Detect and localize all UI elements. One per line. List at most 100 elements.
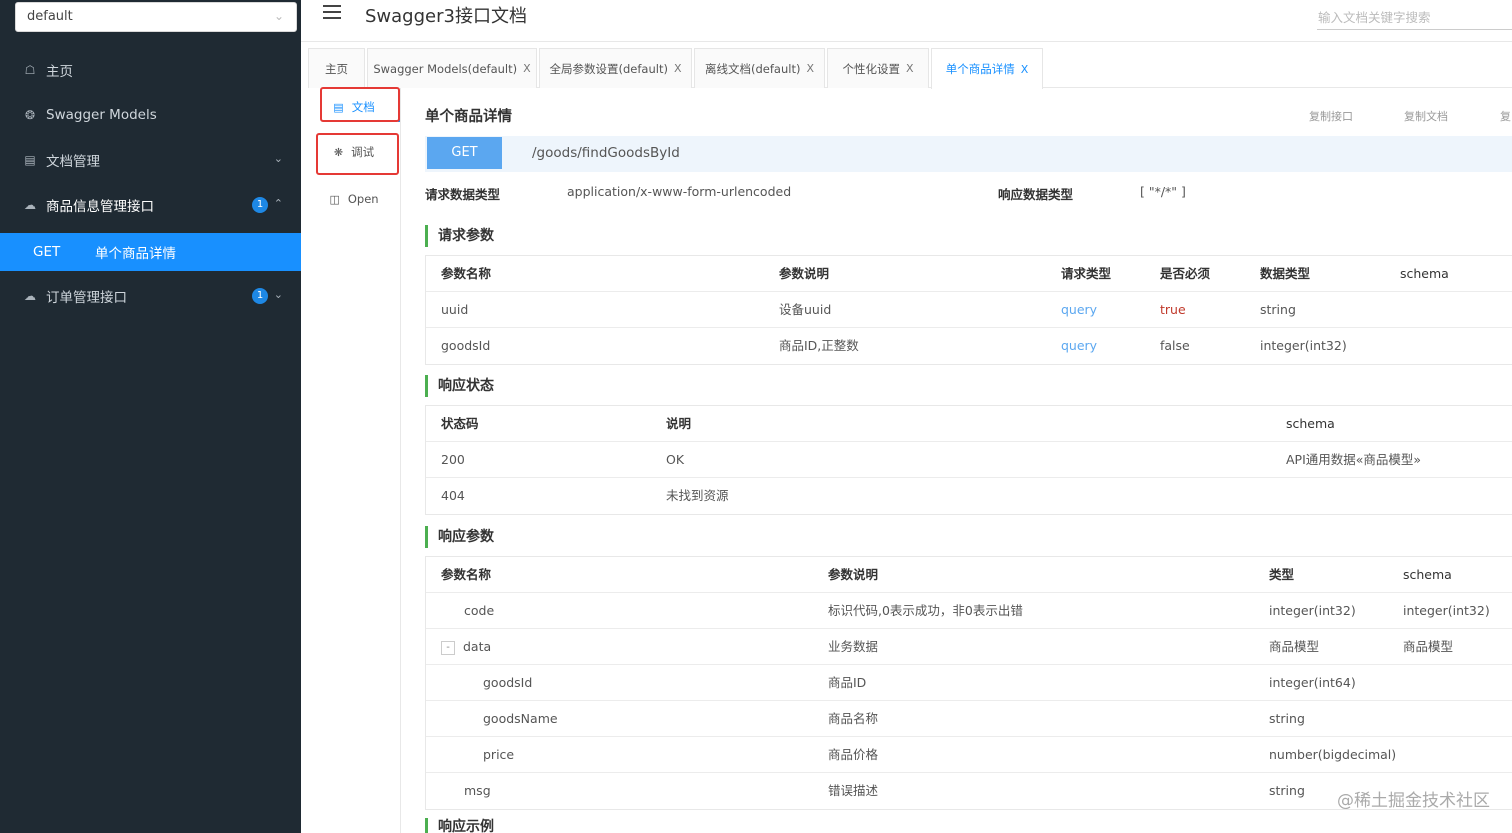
search-placeholder: 输入文档关键字搜索 bbox=[1318, 10, 1431, 25]
param-type: string bbox=[1260, 302, 1296, 317]
tab-global-params[interactable]: 全局参数设置(default) X bbox=[539, 48, 692, 88]
sidebar-item-doc-manage[interactable]: ▤ 文档管理 ⌄ bbox=[0, 141, 301, 179]
table-row: goodsId 商品ID,正整数 query false integer(int… bbox=[426, 328, 1512, 364]
close-icon[interactable]: X bbox=[906, 62, 914, 75]
cloud-icon: ☁ bbox=[24, 198, 36, 212]
sidebar-item-swagger-models[interactable]: ❂ Swagger Models bbox=[0, 96, 301, 134]
endpoint-bar: GET /goods/findGoodsById bbox=[425, 136, 1512, 172]
field-name: goodsName bbox=[483, 711, 558, 726]
group-select-value: default bbox=[27, 9, 73, 24]
request-type-value: application/x-www-form-urlencoded bbox=[567, 184, 792, 199]
copy-doc-button[interactable]: 复制文档 bbox=[1404, 108, 1448, 124]
menu-toggle-icon[interactable] bbox=[323, 5, 341, 21]
close-icon[interactable]: X bbox=[1021, 63, 1029, 76]
column-header: schema bbox=[1403, 567, 1452, 582]
sidebar-item-single-goods-detail[interactable]: GET 单个商品详情 bbox=[0, 233, 301, 271]
table-row: - data 业务数据 商品模型 商品模型 bbox=[426, 629, 1512, 665]
field-desc: 商品价格 bbox=[828, 747, 879, 762]
field-type: integer(int32) bbox=[1269, 603, 1356, 618]
column-header: 参数说明 bbox=[828, 567, 879, 582]
field-desc: 错误描述 bbox=[828, 783, 879, 798]
home-icon: ☖ bbox=[24, 63, 36, 77]
param-required: false bbox=[1160, 338, 1190, 353]
sidebar-item-home[interactable]: ☖ 主页 bbox=[0, 51, 301, 89]
sidebar-item-label: Swagger Models bbox=[46, 107, 157, 123]
param-type: integer(int32) bbox=[1260, 338, 1347, 353]
request-type-label: 请求数据类型 bbox=[425, 187, 501, 202]
column-header: 参数说明 bbox=[779, 266, 830, 281]
field-name: code bbox=[464, 603, 495, 618]
sidebar-item-label: 单个商品详情 bbox=[95, 246, 176, 262]
column-header: 说明 bbox=[666, 416, 692, 431]
page-title: Swagger3接口文档 bbox=[365, 6, 527, 27]
tab-label: 全局参数设置(default) bbox=[549, 61, 668, 76]
sidebar-item-goods-api[interactable]: ☁ 商品信息管理接口 1 ⌃ bbox=[0, 186, 301, 224]
table-header-row: 参数名称 参数说明 类型 schema bbox=[426, 557, 1512, 593]
doc-side-tabs: ▤ 文档 ❋ 调试 ◫ Open bbox=[308, 88, 401, 833]
response-status-table: 状态码 说明 schema 200 OK API通用数据«商品模型» 404 未… bbox=[425, 405, 1512, 515]
endpoint-url: /goods/findGoodsById bbox=[532, 145, 680, 161]
table-header-row: 状态码 说明 schema bbox=[426, 406, 1512, 442]
table-row: goodsId 商品ID integer(int64) bbox=[426, 665, 1512, 701]
table-row: 200 OK API通用数据«商品模型» bbox=[426, 442, 1512, 478]
status-desc: 未找到资源 bbox=[666, 488, 729, 503]
table-row: uuid 设备uuid query true string bbox=[426, 292, 1512, 328]
close-icon[interactable]: X bbox=[674, 62, 682, 75]
param-desc: 商品ID,正整数 bbox=[779, 338, 859, 353]
column-header: 是否必须 bbox=[1160, 266, 1211, 281]
table-row: goodsName 商品名称 string bbox=[426, 701, 1512, 737]
field-name: data bbox=[463, 639, 492, 654]
chevron-up-icon: ⌃ bbox=[273, 197, 283, 210]
cloud-icon: ☁ bbox=[24, 289, 36, 303]
column-header: 状态码 bbox=[441, 416, 479, 431]
highlight-box-document bbox=[320, 87, 400, 122]
copy-more-button[interactable]: 复 bbox=[1500, 108, 1511, 124]
sidebar-item-order-api[interactable]: ☁ 订单管理接口 1 ⌄ bbox=[0, 277, 301, 315]
field-name: price bbox=[483, 747, 515, 762]
tab-bar: 主页 Swagger Models(default) X 全局参数设置(defa… bbox=[308, 48, 1512, 89]
method-badge: GET bbox=[427, 137, 502, 169]
tab-single-goods-detail[interactable]: 单个商品详情 X bbox=[931, 48, 1043, 89]
models-icon: ❂ bbox=[24, 108, 36, 122]
close-icon[interactable]: X bbox=[523, 62, 531, 75]
request-params-table: 参数名称 参数说明 请求类型 是否必须 数据类型 schema uuid 设备u… bbox=[425, 255, 1512, 365]
field-desc: 商品名称 bbox=[828, 711, 879, 726]
table-row: 404 未找到资源 bbox=[426, 478, 1512, 514]
tab-home[interactable]: 主页 bbox=[308, 48, 365, 88]
field-desc: 标识代码,0表示成功，非0表示出错 bbox=[828, 603, 1023, 618]
side-tab-open[interactable]: ◫ Open bbox=[308, 180, 400, 218]
doc-manage-icon: ▤ bbox=[24, 153, 36, 167]
group-select[interactable]: default ⌄ bbox=[15, 2, 297, 32]
close-icon[interactable]: X bbox=[806, 62, 814, 75]
tab-personalize[interactable]: 个性化设置 X bbox=[827, 48, 929, 88]
column-header: 参数名称 bbox=[441, 266, 492, 281]
tab-offline-doc[interactable]: 离线文档(default) X bbox=[694, 48, 825, 88]
count-badge: 1 bbox=[252, 197, 268, 213]
column-header: 请求类型 bbox=[1061, 266, 1112, 281]
search-input[interactable]: 输入文档关键字搜索 bbox=[1317, 2, 1512, 30]
collapse-toggle-icon[interactable]: - bbox=[441, 640, 455, 655]
field-schema: integer(int32) bbox=[1403, 603, 1490, 618]
table-header-row: 参数名称 参数说明 请求类型 是否必须 数据类型 schema bbox=[426, 256, 1512, 292]
field-type: number(bigdecimal) bbox=[1269, 747, 1397, 762]
sidebar-item-label: 文档管理 bbox=[46, 154, 100, 170]
param-desc: 设备uuid bbox=[779, 302, 832, 317]
copy-api-button[interactable]: 复制接口 bbox=[1309, 108, 1353, 124]
table-row: price 商品价格 number(bigdecimal) bbox=[426, 737, 1512, 773]
column-header: schema bbox=[1400, 266, 1449, 281]
sidebar-item-label: 主页 bbox=[46, 64, 73, 80]
status-desc: OK bbox=[666, 452, 685, 467]
column-header: 类型 bbox=[1269, 567, 1295, 582]
section-request-params: 请求参数 bbox=[425, 225, 494, 247]
sidebar-item-label: 订单管理接口 bbox=[46, 290, 127, 306]
field-type: 商品模型 bbox=[1269, 639, 1320, 654]
section-response-example: 响应示例 bbox=[425, 818, 494, 833]
tab-label: 离线文档(default) bbox=[705, 61, 801, 76]
field-type: string bbox=[1269, 783, 1305, 798]
param-in: query bbox=[1061, 302, 1098, 317]
tab-label: Swagger Models(default) bbox=[373, 61, 518, 76]
tab-swagger-models[interactable]: Swagger Models(default) X bbox=[367, 48, 537, 88]
field-name: msg bbox=[464, 783, 491, 798]
tab-label: 个性化设置 bbox=[842, 61, 900, 76]
field-desc: 业务数据 bbox=[828, 639, 879, 654]
